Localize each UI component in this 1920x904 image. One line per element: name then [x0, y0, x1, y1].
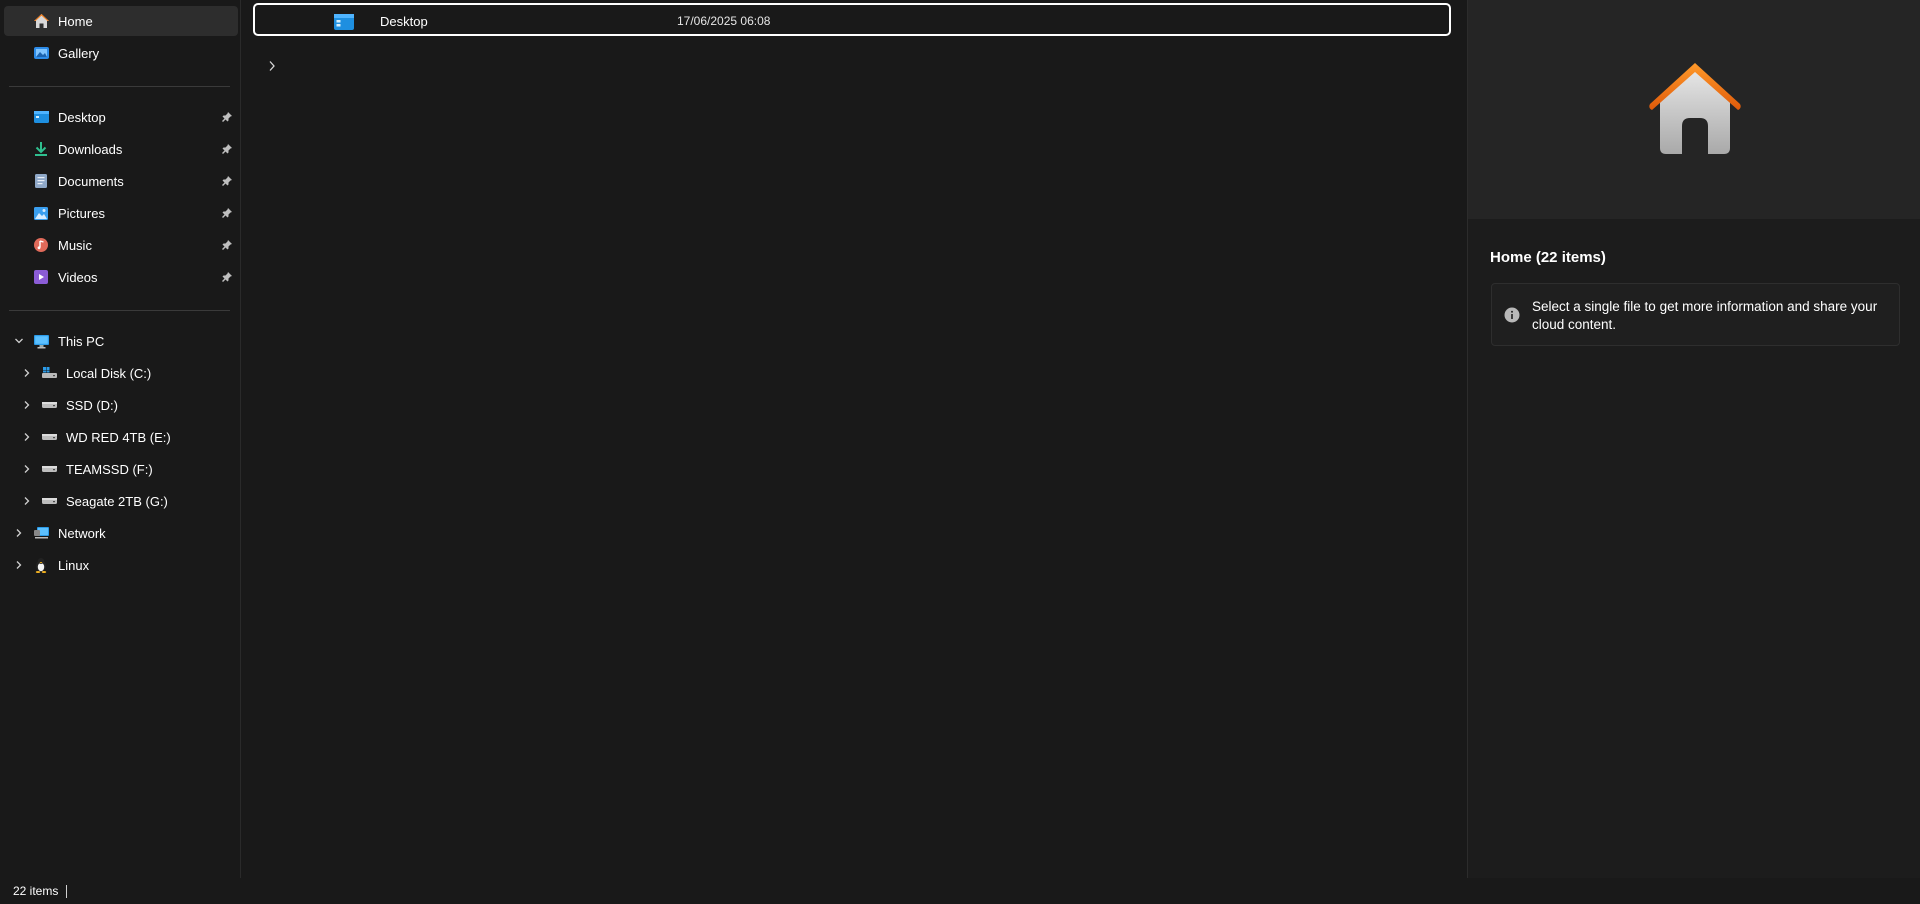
- drive-icon: [40, 460, 58, 478]
- documents-icon: [32, 172, 50, 190]
- drive-icon: [40, 428, 58, 446]
- sidebar-item-label: Seagate 2TB (G:): [66, 493, 168, 509]
- info-card: Select a single file to get more informa…: [1491, 283, 1900, 346]
- sidebar-item-label: Desktop: [58, 109, 106, 125]
- sidebar-item-label: Linux: [58, 557, 90, 573]
- chevron-right-icon[interactable]: [265, 59, 279, 73]
- file-list: Desktop 17/06/2025 06:08: [241, 0, 1467, 878]
- sidebar-item-label: Pictures: [58, 205, 105, 221]
- sidebar-item-drive-e[interactable]: WD RED 4TB (E:): [4, 422, 238, 452]
- divider: [9, 86, 230, 87]
- status-bar: 22 items: [0, 878, 1920, 904]
- sidebar-item-network[interactable]: Network: [4, 518, 238, 548]
- sidebar-item-linux[interactable]: Linux: [4, 550, 238, 580]
- chevron-right-icon[interactable]: [20, 398, 34, 412]
- sidebar-item-label: Music: [58, 237, 92, 253]
- info-message: Select a single file to get more informa…: [1532, 299, 1878, 332]
- desktop-folder-icon: [333, 13, 355, 34]
- sidebar-item-label: This PC: [58, 333, 105, 349]
- divider: [9, 310, 230, 311]
- navigation-pane: Home Gallery Desktop Downloads Documents…: [0, 0, 241, 878]
- downloads-icon: [32, 140, 50, 158]
- sidebar-item-drive-g[interactable]: Seagate 2TB (G:): [4, 486, 238, 516]
- sidebar-item-pictures[interactable]: Pictures: [4, 198, 238, 228]
- sidebar-item-label: Downloads: [58, 141, 123, 157]
- sidebar-item-label: SSD (D:): [66, 397, 118, 413]
- chevron-right-icon[interactable]: [12, 526, 26, 540]
- desktop-folder-icon: [32, 108, 50, 126]
- sidebar-item-label: Gallery: [58, 45, 100, 61]
- network-icon: [32, 524, 50, 542]
- sidebar-item-this-pc[interactable]: This PC: [4, 326, 238, 356]
- pin-icon[interactable]: [220, 142, 234, 156]
- file-date-modified: 17/06/2025 06:08: [677, 14, 771, 28]
- home-icon: [1646, 60, 1744, 159]
- details-pane: Home (22 items) Select a single file to …: [1467, 0, 1920, 878]
- chevron-down-icon[interactable]: [12, 334, 26, 348]
- chevron-right-icon[interactable]: [20, 462, 34, 476]
- sidebar-item-drive-d[interactable]: SSD (D:): [4, 390, 238, 420]
- drive-icon: [40, 396, 58, 414]
- sidebar-item-documents[interactable]: Documents: [4, 166, 238, 196]
- item-count: 22 items: [13, 884, 59, 898]
- sidebar-item-label: TEAMSSD (F:): [66, 461, 153, 477]
- pictures-icon: [32, 204, 50, 222]
- linux-penguin-icon: [32, 556, 50, 574]
- status-divider: [66, 884, 68, 898]
- file-name: Desktop: [380, 14, 428, 29]
- chevron-right-icon[interactable]: [12, 558, 26, 572]
- computer-icon: [32, 332, 50, 350]
- sidebar-item-gallery[interactable]: Gallery: [4, 38, 238, 68]
- sidebar-item-downloads[interactable]: Downloads: [4, 134, 238, 164]
- pin-icon[interactable]: [220, 238, 234, 252]
- pin-icon[interactable]: [220, 110, 234, 124]
- sidebar-item-label: Home: [58, 13, 93, 29]
- sidebar-item-home[interactable]: Home: [4, 6, 238, 36]
- windows-drive-icon: [40, 364, 58, 382]
- sidebar-item-drive-f[interactable]: TEAMSSD (F:): [4, 454, 238, 484]
- gallery-icon: [32, 44, 50, 62]
- sidebar-item-label: Videos: [58, 269, 98, 285]
- details-title: Home (22 items): [1490, 249, 1606, 266]
- home-icon: [32, 12, 50, 30]
- chevron-right-icon[interactable]: [20, 430, 34, 444]
- pin-icon[interactable]: [220, 206, 234, 220]
- sidebar-item-label: Network: [58, 525, 106, 541]
- drive-icon: [40, 492, 58, 510]
- sidebar-item-videos[interactable]: Videos: [4, 262, 238, 292]
- sidebar-item-desktop[interactable]: Desktop: [4, 102, 238, 132]
- sidebar-item-music[interactable]: Music: [4, 230, 238, 260]
- pin-icon[interactable]: [220, 270, 234, 284]
- sidebar-item-label: WD RED 4TB (E:): [66, 429, 171, 445]
- sidebar-item-drive-c[interactable]: Local Disk (C:): [4, 358, 238, 388]
- chevron-right-icon[interactable]: [20, 366, 34, 380]
- chevron-right-icon[interactable]: [20, 494, 34, 508]
- info-icon: [1504, 307, 1520, 326]
- music-icon: [32, 236, 50, 254]
- preview-area: [1468, 0, 1920, 219]
- videos-icon: [32, 268, 50, 286]
- list-item[interactable]: Desktop 17/06/2025 06:08: [253, 3, 1451, 36]
- sidebar-item-label: Documents: [58, 173, 124, 189]
- pin-icon[interactable]: [220, 174, 234, 188]
- sidebar-item-label: Local Disk (C:): [66, 365, 152, 381]
